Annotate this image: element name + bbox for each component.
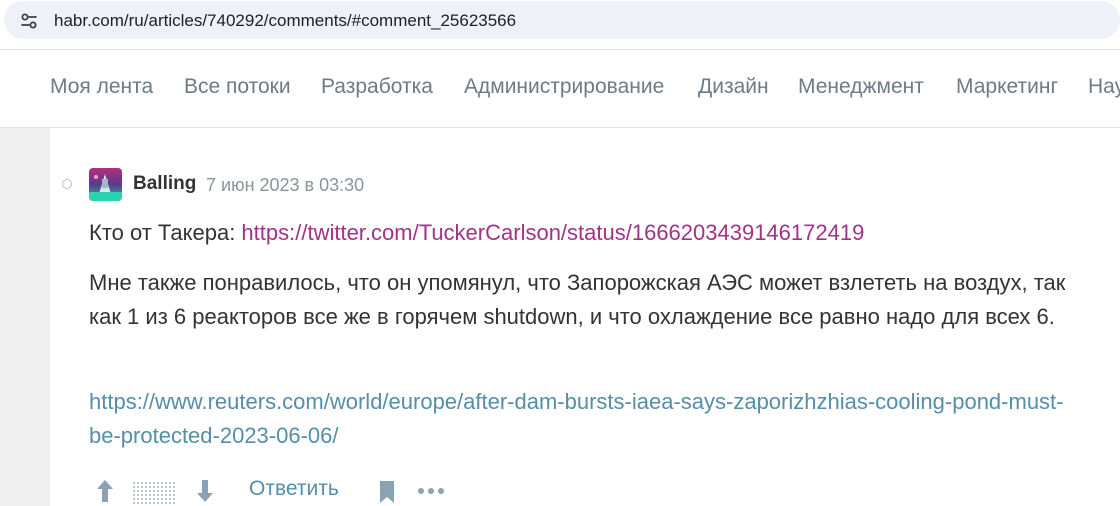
comment-actions: Ответить xyxy=(89,474,689,506)
nav-item-my-feed[interactable]: Моя лента xyxy=(50,75,153,99)
url-text[interactable]: habr.com/ru/articles/740292/comments/#co… xyxy=(54,11,516,31)
arrow-down-icon[interactable] xyxy=(195,478,215,504)
nav-item-management[interactable]: Менеджмент xyxy=(798,75,924,99)
comment-paragraph-3: https://www.reuters.com/world/europe/aft… xyxy=(89,385,1089,453)
address-bar[interactable]: habr.com/ru/articles/740292/comments/#co… xyxy=(4,1,1120,39)
thread-indicator[interactable] xyxy=(62,179,72,189)
nav-item-marketing[interactable]: Маркетинг xyxy=(956,75,1058,99)
hidden-score-icon xyxy=(133,480,177,504)
avatar-image xyxy=(89,168,122,201)
comment-timestamp[interactable]: 7 июн 2023 в 03:30 xyxy=(206,175,364,196)
comment-author[interactable]: Balling xyxy=(133,173,196,195)
tune-icon[interactable] xyxy=(18,10,40,32)
comment-paragraph-2: Мне также понравилось, что он упомянул, … xyxy=(89,270,1066,329)
comment-paragraph-1: Кто от Такера: https://twitter.com/Tucke… xyxy=(89,216,1089,250)
more-dots-icon[interactable] xyxy=(417,486,445,496)
nav-item-design[interactable]: Дизайн xyxy=(698,75,769,99)
bookmark-icon[interactable] xyxy=(377,480,397,504)
paragraph-1-text: Кто от Такера: xyxy=(89,220,242,245)
reuters-link[interactable]: https://www.reuters.com/world/europe/aft… xyxy=(89,389,1064,448)
nav-item-administration[interactable]: Администрирование xyxy=(464,75,664,99)
browser-toolbar: habr.com/ru/articles/740292/comments/#co… xyxy=(0,0,1120,50)
arrow-up-icon[interactable] xyxy=(95,478,115,504)
hub-navigation: Моя лента Все потоки Разработка Админист… xyxy=(0,51,1120,128)
reply-button[interactable]: Ответить xyxy=(249,477,339,501)
nav-item-science[interactable]: Нау xyxy=(1088,75,1120,99)
avatar[interactable] xyxy=(89,168,122,201)
twitter-link[interactable]: https://twitter.com/TuckerCarlson/status… xyxy=(241,220,864,245)
nav-item-all-streams[interactable]: Все потоки xyxy=(184,75,291,99)
nav-item-development[interactable]: Разработка xyxy=(321,75,433,99)
thread-gutter xyxy=(0,128,50,506)
